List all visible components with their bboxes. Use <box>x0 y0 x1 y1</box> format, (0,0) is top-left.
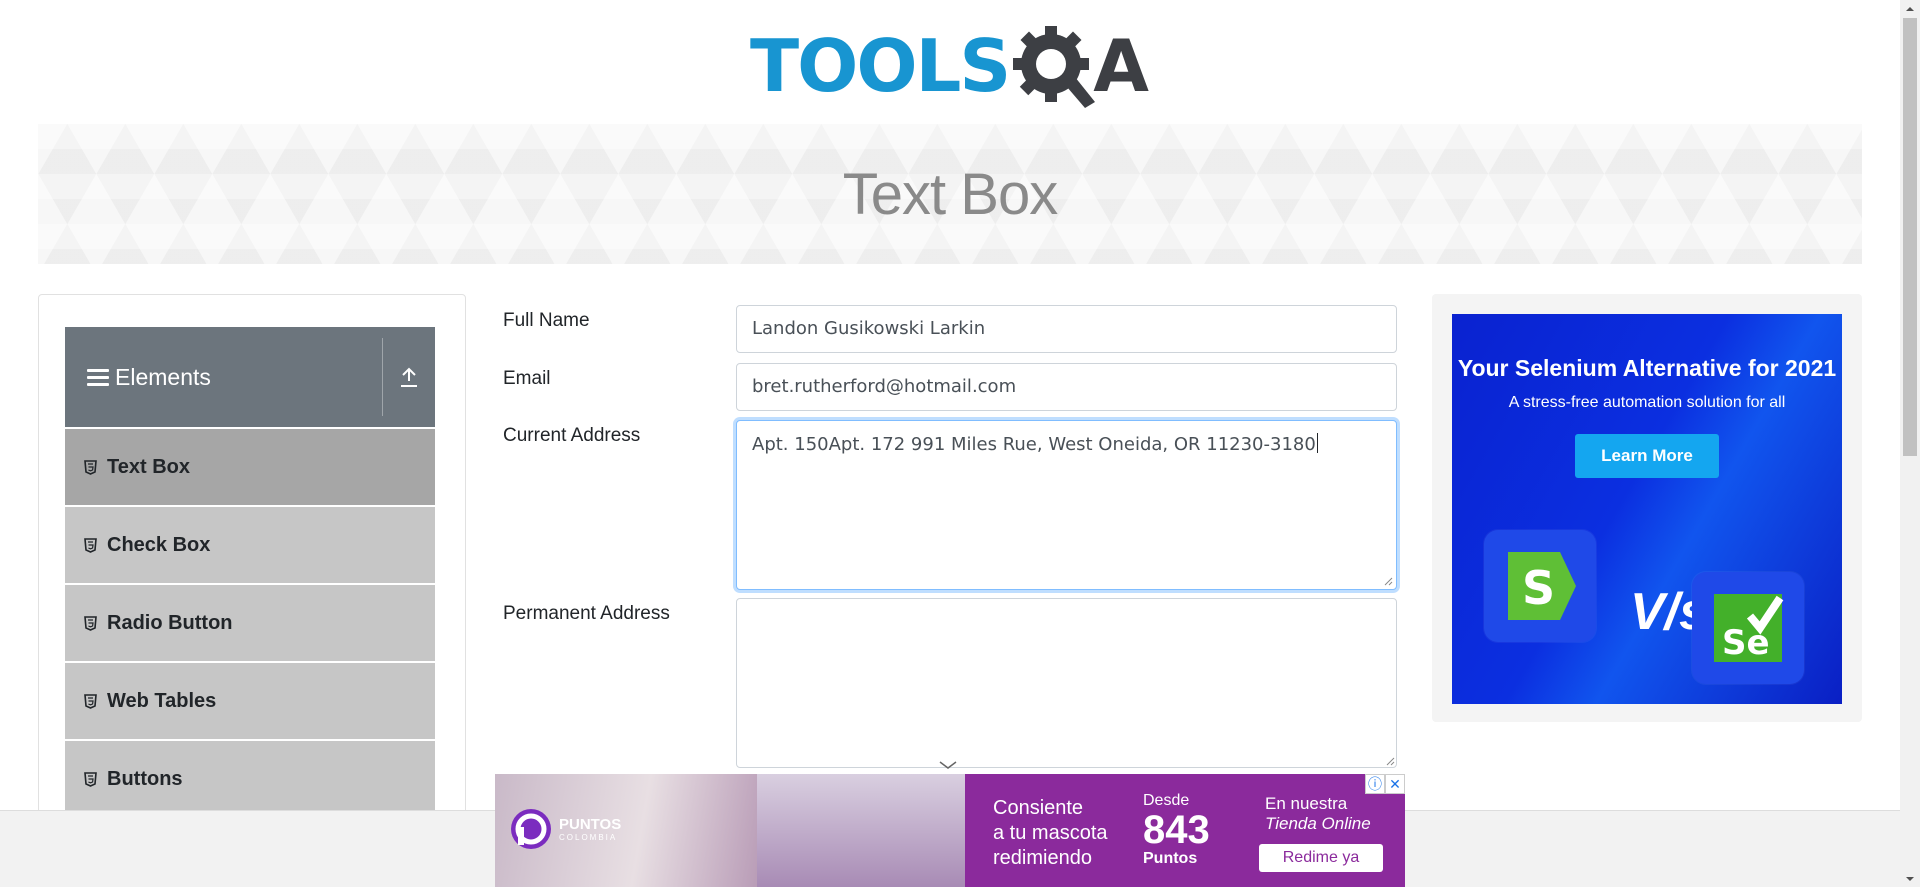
ad-tagline: Consiente a tu mascota redimiendo <box>993 796 1108 871</box>
ad-products-image <box>757 774 965 887</box>
full-name-input[interactable]: Landon Gusikowski Larkin <box>736 305 1397 353</box>
ad-line-1: Consiente <box>993 797 1084 819</box>
scroll-down-arrow-icon[interactable] <box>1900 870 1920 887</box>
vertical-scrollbar[interactable] <box>1900 0 1920 887</box>
redime-ya-button[interactable]: Redime ya <box>1259 844 1383 872</box>
full-name-label: Full Name <box>503 310 590 331</box>
right-ad-container: Your Selenium Alternative for 2021 A str… <box>1432 294 1862 722</box>
ad-store-line-2: Tienda Online <box>1265 814 1371 833</box>
sidebar-item-label: Radio Button <box>107 611 233 634</box>
ad-headline: Your Selenium Alternative for 2021 <box>1457 355 1837 381</box>
ad-points-label: Puntos <box>1143 850 1198 867</box>
page-banner: Text Box <box>38 124 1862 264</box>
ad-points-offer: Desde 843 Puntos <box>1143 792 1210 868</box>
ad-subtitle: A stress-free automation solution for al… <box>1508 394 1786 411</box>
html5-icon <box>83 459 97 475</box>
selenium-logo-tile: Se <box>1692 572 1804 684</box>
ad-line-3: redimiendo <box>993 847 1092 869</box>
current-address-textarea[interactable]: Apt. 150Apt. 172 991 Miles Rue, West One… <box>736 420 1397 590</box>
menu-list: Text Box Check Box Radio Button Web Tabl… <box>65 429 435 819</box>
logo-suffix: A <box>1093 24 1149 108</box>
sidebar-item-label: Buttons <box>107 767 183 790</box>
collapse-button[interactable] <box>383 366 435 388</box>
ad-store-line-1: En nuestra <box>1265 794 1348 813</box>
resize-grip-icon[interactable] <box>1385 756 1395 766</box>
gear-q-icon <box>1011 22 1099 110</box>
ad-info-icon[interactable]: ⓘ <box>1365 774 1385 794</box>
puntos-p-icon <box>511 809 551 849</box>
ad-close-icon[interactable]: ✕ <box>1385 774 1405 794</box>
chevron-down-icon[interactable] <box>937 758 959 772</box>
permanent-address-textarea[interactable] <box>736 598 1397 768</box>
resize-grip-icon[interactable] <box>1383 576 1393 586</box>
html5-icon <box>83 615 97 631</box>
puntos-logo: PUNTOS COLOMBIA <box>509 804 639 854</box>
current-address-label: Current Address <box>503 425 641 446</box>
testproject-logo-tile: S <box>1484 530 1596 642</box>
left-logo-letter: S <box>1522 561 1555 615</box>
logo-text: TOOLS <box>750 24 1011 108</box>
scroll-up-arrow-icon[interactable] <box>1900 0 1920 17</box>
sidebar-item-buttons[interactable]: Buttons <box>65 741 435 819</box>
sidebar-item-label: Text Box <box>107 455 190 478</box>
page-title: Text Box <box>842 161 1058 227</box>
sidebar-item-web-tables[interactable]: Web Tables <box>65 663 435 741</box>
ad-controls: ⓘ ✕ <box>1365 774 1405 794</box>
ad-line-2: a tu mascota <box>993 822 1108 844</box>
s-logo-icon: S <box>1508 552 1576 620</box>
ad-store: En nuestra Tienda Online <box>1265 794 1371 834</box>
sidebar-item-radio-button[interactable]: Radio Button <box>65 585 435 663</box>
html5-icon <box>83 693 97 709</box>
scrollbar-thumb[interactable] <box>1903 18 1917 456</box>
sidebar-item-text-box[interactable]: Text Box <box>65 429 435 507</box>
ad-points-value: 843 <box>1143 808 1210 852</box>
sidebar-item-check-box[interactable]: Check Box <box>65 507 435 585</box>
left-panel: Elements Text Box Check Box Radio Button… <box>38 294 466 887</box>
menu-icon <box>87 368 109 386</box>
puntos-brand-sub: COLOMBIA <box>559 833 618 842</box>
toolsqa-logo[interactable]: TOOLS A <box>750 18 1149 114</box>
html5-icon <box>83 537 97 553</box>
puntos-brand: PUNTOS <box>559 816 622 833</box>
text-caret <box>1316 433 1318 453</box>
right-logo-letters: Se <box>1722 623 1770 663</box>
email-label: Email <box>503 368 551 389</box>
group-header-elements[interactable]: Elements <box>65 327 435 427</box>
email-input[interactable]: bret.rutherford@hotmail.com <box>736 363 1397 411</box>
selenium-alternative-ad[interactable]: Your Selenium Alternative for 2021 A str… <box>1452 314 1842 704</box>
permanent-address-label: Permanent Address <box>503 603 670 624</box>
learn-more-button[interactable]: Learn More <box>1575 434 1719 478</box>
ad-photo: PUNTOS COLOMBIA <box>495 774 760 887</box>
group-title: Elements <box>115 363 211 390</box>
html5-icon <box>83 771 97 787</box>
sidebar-item-label: Check Box <box>107 533 211 556</box>
sidebar-item-label: Web Tables <box>107 689 217 712</box>
upload-arrow-icon <box>401 367 417 387</box>
bottom-ad-banner[interactable]: PUNTOS COLOMBIA Consiente a tu mascota r… <box>495 774 1405 887</box>
current-address-text: Apt. 150Apt. 172 991 Miles Rue, West One… <box>752 434 1316 455</box>
se-logo-icon: Se <box>1714 594 1784 663</box>
